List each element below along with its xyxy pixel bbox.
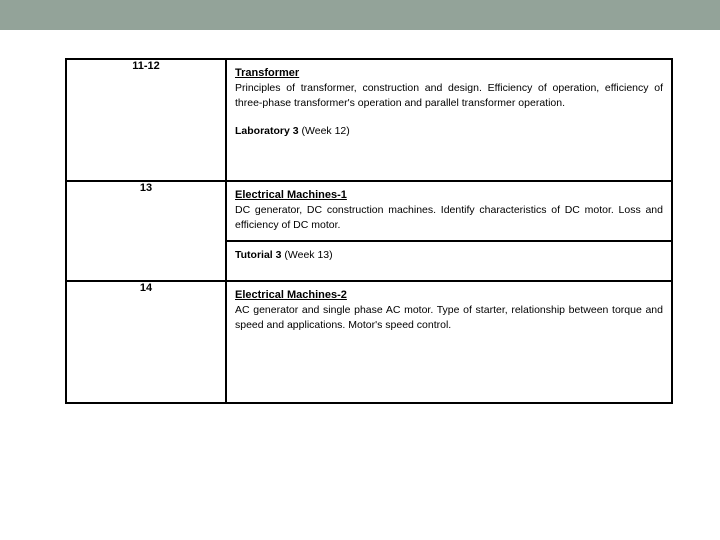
topic-block: Electrical Machines-1 DC generator, DC c… [227,182,671,240]
session-name: Laboratory 3 [235,125,299,137]
topic-body: DC generator, DC construction machines. … [235,204,663,231]
session-block: Laboratory 3 (Week 12) [227,118,671,180]
top-banner [0,0,720,30]
table-row: 11-12 Transformer Principles of transfor… [65,58,673,182]
week-number-cell: 13 [65,180,227,282]
content-cell: Electrical Machines-1 DC generator, DC c… [225,180,673,282]
session-week: (Week 13) [284,249,333,261]
table-row: 14 Electrical Machines-2 AC generator an… [65,280,673,404]
topic-title: Transformer [235,67,300,79]
topic-title: Electrical Machines-2 [235,289,347,301]
course-schedule-table: 11-12 Transformer Principles of transfor… [65,58,673,404]
table-row: 13 Electrical Machines-1 DC generator, D… [65,180,673,282]
week-number-cell: 11-12 [65,58,227,182]
topic-block: Electrical Machines-2 AC generator and s… [227,282,671,340]
topic-body: AC generator and single phase AC motor. … [235,304,663,331]
topic-title: Electrical Machines-1 [235,189,347,201]
week-number-label: 11-12 [132,60,160,72]
topic-block-spacer [227,340,671,402]
session-name: Tutorial 3 [235,249,282,261]
content-cell: Transformer Principles of transformer, c… [225,58,673,182]
schedule-table-container: 11-12 Transformer Principles of transfor… [65,58,673,404]
topic-body: Principles of transformer, construction … [235,82,663,109]
content-cell: Electrical Machines-2 AC generator and s… [225,280,673,404]
session-block: Tutorial 3 (Week 13) [227,240,671,280]
week-number-label: 13 [139,182,153,194]
week-number-cell: 14 [65,280,227,404]
session-line: Laboratory 3 (Week 12) [235,124,663,139]
session-week: (Week 12) [301,125,350,137]
session-line: Tutorial 3 (Week 13) [235,248,663,263]
topic-block: Transformer Principles of transformer, c… [227,60,671,118]
week-number-label: 14 [139,282,153,294]
